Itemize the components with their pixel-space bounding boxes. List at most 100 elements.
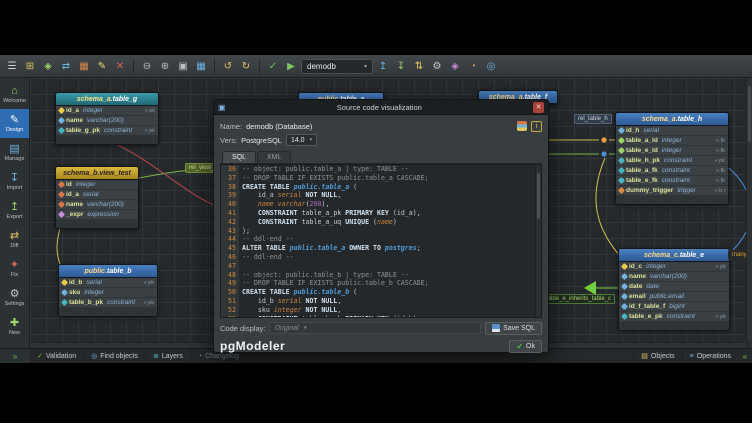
column-marker: « fk bbox=[716, 138, 725, 144]
table-row[interactable]: id_bserial« pk bbox=[59, 278, 157, 288]
column-name: dummy_trigger bbox=[626, 187, 673, 194]
plugins-icon[interactable]: ◈ bbox=[447, 58, 463, 74]
edit-object-icon[interactable]: ✎ bbox=[94, 58, 110, 74]
scrollbar-thumb[interactable] bbox=[748, 86, 751, 142]
table-row[interactable]: table_e_pkconstraint« pk bbox=[619, 312, 729, 322]
table-row[interactable]: _exprexpression bbox=[56, 210, 138, 220]
table-row[interactable]: id_aserial bbox=[56, 190, 138, 200]
undo-icon[interactable]: ↺ bbox=[220, 58, 236, 74]
code-token: public.table_a bbox=[290, 244, 346, 252]
table-row[interactable]: table_b_pkconstraint« pk bbox=[59, 298, 157, 308]
about-icon[interactable]: ◎ bbox=[483, 58, 499, 74]
table-row[interactable]: dummy_triggertrigger« b i bbox=[616, 186, 728, 196]
database-combo[interactable]: demodb▾ bbox=[301, 59, 373, 74]
tab-sql[interactable]: SQL bbox=[222, 151, 256, 163]
line-number: 46 bbox=[221, 253, 239, 262]
objects-button[interactable]: ▤Objects bbox=[633, 349, 681, 363]
close-icon[interactable]: ✕ bbox=[533, 102, 544, 113]
operations-button[interactable]: ≡Operations bbox=[682, 349, 738, 363]
sidebar-item-settings[interactable]: ⚙Settings bbox=[0, 283, 29, 312]
table-row[interactable]: table_a_idinteger« fk bbox=[616, 136, 728, 146]
table-row[interactable]: id_ainteger« pk bbox=[56, 106, 158, 116]
table-widget-table_e[interactable]: schema_c.table_eid_cinteger« pknamevarch… bbox=[618, 248, 730, 331]
status-button-label: Changelog bbox=[205, 353, 239, 360]
table-row[interactable]: namevarchar(200) bbox=[56, 200, 138, 210]
column-type: varchar(200) bbox=[87, 201, 124, 208]
layers-button[interactable]: ≣Layers bbox=[146, 349, 191, 363]
run-icon[interactable]: ▶ bbox=[283, 58, 299, 74]
code-editor[interactable]: 36-- object: public.table_a | type: TABL… bbox=[220, 164, 542, 318]
table-row[interactable]: skuinteger bbox=[59, 288, 157, 298]
column-name: id_a bbox=[66, 191, 79, 198]
sidebar-item-welcome[interactable]: ⌂Welcome bbox=[0, 80, 29, 109]
zoom-in-icon[interactable]: ⊕ bbox=[157, 58, 173, 74]
diff-model-icon[interactable]: ⇅ bbox=[411, 58, 427, 74]
new-view-icon[interactable]: ◈ bbox=[40, 58, 56, 74]
donut-chart-icon[interactable]: ◔ bbox=[465, 58, 481, 74]
table-row[interactable]: idinteger bbox=[56, 180, 138, 190]
redo-icon[interactable]: ↻ bbox=[238, 58, 254, 74]
table-row[interactable]: emailpublic.email bbox=[619, 292, 729, 302]
table-ext-area bbox=[56, 220, 138, 228]
relationship-label-rel_table_h[interactable]: rel_table_h bbox=[574, 114, 612, 124]
new-relationship-icon[interactable]: ⇄ bbox=[58, 58, 74, 74]
table-row[interactable]: table_g_pkconstraint« pk bbox=[56, 126, 158, 136]
sidebar-item-design[interactable]: ✎Design bbox=[0, 109, 29, 138]
sidebar-item-import[interactable]: ↧Import bbox=[0, 167, 29, 196]
canvas-vertical-scrollbar[interactable] bbox=[746, 78, 752, 341]
table-row[interactable]: table_e_idinteger« fk bbox=[616, 146, 728, 156]
delete-object-icon[interactable]: ✕ bbox=[112, 58, 128, 74]
fit-view-icon[interactable]: ▣ bbox=[175, 58, 191, 74]
line-number: 44 bbox=[221, 235, 239, 244]
table-widget-table_h[interactable]: schema_a.table_hid_hserialtable_a_idinte… bbox=[615, 112, 729, 205]
validation-button[interactable]: ✓Validation bbox=[30, 349, 84, 363]
find-objects-button[interactable]: ◎Find objects bbox=[84, 349, 146, 363]
validate-model-icon[interactable]: ✓ bbox=[265, 58, 281, 74]
new-schema-icon[interactable]: ▦ bbox=[76, 58, 92, 74]
toggle-grid-icon[interactable]: ▦ bbox=[193, 58, 209, 74]
table-widget-table_b[interactable]: public.table_bid_bserial« pkskuintegerta… bbox=[58, 264, 158, 317]
table-row[interactable]: namevarchar(200) bbox=[619, 272, 729, 282]
ok-button[interactable]: ✓ Ok bbox=[509, 340, 542, 353]
table-row[interactable]: datedate bbox=[619, 282, 729, 292]
column-marker: « fk bbox=[716, 178, 725, 184]
table-row[interactable]: table_a_fkconstraint« fk bbox=[616, 166, 728, 176]
code-token: integer bbox=[274, 306, 302, 314]
code-token: CONSTRAINT bbox=[258, 218, 298, 226]
expand-right-icon[interactable]: « bbox=[738, 352, 752, 361]
code-text: -- object: public.table_a | type: TABLE … bbox=[239, 165, 409, 174]
tab-xml[interactable]: XML bbox=[257, 151, 291, 163]
save-sql-button[interactable]: Save SQL bbox=[485, 322, 542, 335]
settings-icon[interactable]: ⚙ bbox=[429, 58, 445, 74]
scrollbar-thumb[interactable] bbox=[537, 173, 540, 219]
table-row[interactable]: table_h_pkconstraint« pk bbox=[616, 156, 728, 166]
import-model-icon[interactable]: ↧ bbox=[393, 58, 409, 74]
table-header: schema_c.table_e bbox=[619, 249, 729, 262]
dialog-titlebar[interactable]: ▣ Source code visualization ✕ bbox=[214, 100, 548, 115]
new-table-icon[interactable]: ⊞ bbox=[22, 58, 38, 74]
version-combo[interactable]: 14.0 ▾ bbox=[286, 134, 317, 146]
code-scrollbar[interactable] bbox=[535, 165, 541, 317]
expand-left-icon[interactable]: » bbox=[0, 349, 30, 363]
main-menu-icon[interactable]: ☰ bbox=[4, 58, 20, 74]
code-line: 46-- ddl-end -- bbox=[221, 253, 535, 262]
column-type: integer bbox=[76, 181, 96, 188]
table-row[interactable]: id_hserial bbox=[616, 126, 728, 136]
table-widget-view_test[interactable]: schema_b.view_testidintegerid_aserialnam… bbox=[55, 166, 139, 229]
sidebar-item-manage[interactable]: ▤Manage bbox=[0, 138, 29, 167]
zoom-out-icon[interactable]: ⊖ bbox=[139, 58, 155, 74]
sidebar-item-diff[interactable]: ⇄Diff bbox=[0, 225, 29, 254]
table-row[interactable]: id_cinteger« pk bbox=[619, 262, 729, 272]
table-row[interactable]: id_f_table_fbigint bbox=[619, 302, 729, 312]
sidebar-item-fix[interactable]: ✦Fix bbox=[0, 254, 29, 283]
export-model-icon[interactable]: ↥ bbox=[375, 58, 391, 74]
table-widget-table_g[interactable]: schema_a.table_gid_ainteger« pknamevarch… bbox=[55, 92, 159, 145]
table-row[interactable]: namevarchar(200) bbox=[56, 116, 158, 126]
table-row[interactable]: table_e_fkconstraint« fk bbox=[616, 176, 728, 186]
column-icon bbox=[621, 313, 628, 320]
sidebar-item-new[interactable]: ✚New bbox=[0, 312, 29, 341]
relationship-label-inherit[interactable]: table_e_inherits_table_c bbox=[542, 294, 615, 304]
hint-icon[interactable]: i bbox=[531, 121, 542, 132]
column-icon bbox=[618, 127, 625, 134]
sidebar-item-export[interactable]: ↥Export bbox=[0, 196, 29, 225]
